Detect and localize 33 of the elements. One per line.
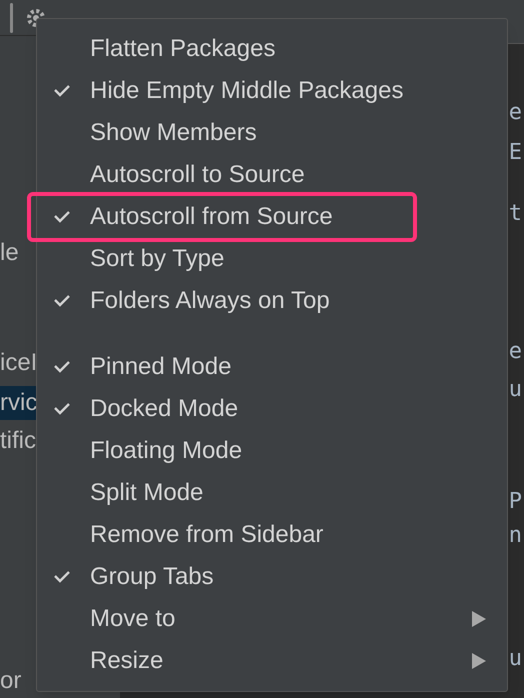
menu-item[interactable]: Move to [41,598,507,640]
menu-item[interactable]: Hide Empty Middle Packages [41,70,507,112]
menu-item[interactable]: Folders Always on Top [41,280,507,322]
code-text: E [508,140,522,166]
checkmark-icon [53,360,71,374]
gear-icon[interactable] [25,6,47,28]
menu-item[interactable]: Floating Mode [41,430,507,472]
submenu-arrow-icon [471,652,487,670]
checkmark-icon [53,84,71,98]
code-text: P [508,489,522,515]
code-text: e [508,100,522,126]
menu-item[interactable]: Remove from Sidebar [41,514,507,556]
code-text: u [508,646,522,672]
menu-item[interactable]: Autoscroll from Source [31,196,413,238]
toolbar-divider [10,2,13,32]
checkmark-icon [53,570,71,584]
code-text: n [508,523,522,549]
code-text: t [508,201,522,227]
menu-item[interactable]: Sort by Type [41,238,507,280]
menu-item[interactable]: Docked Mode [41,388,507,430]
code-text: u [508,377,522,403]
menu-item[interactable]: Flatten Packages [41,28,507,70]
menu-item[interactable]: Pinned Mode [41,346,507,388]
checkmark-icon [53,402,71,416]
submenu-arrow-icon [471,610,487,628]
code-text: e [508,339,522,365]
menu-item[interactable]: Autoscroll to Source [41,154,507,196]
menu-item[interactable]: Group Tabs [41,556,507,598]
menu-item[interactable]: Show Members [41,112,507,154]
checkmark-icon [53,210,71,224]
menu-item[interactable]: Resize [41,640,507,682]
checkmark-icon [53,294,71,308]
menu-item[interactable]: Split Mode [41,472,507,514]
